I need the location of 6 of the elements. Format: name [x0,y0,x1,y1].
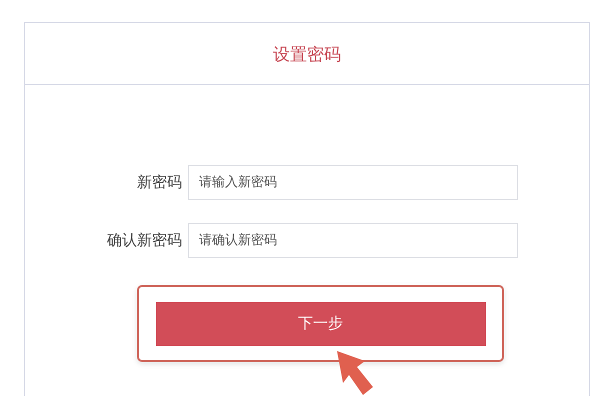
password-field[interactable]: 请输入新密码 [188,165,518,200]
password-field[interactable]: 请确认新密码 [188,223,518,258]
field-label: 确认新密码 [106,231,183,250]
field-label: 新密码 [136,173,183,192]
form-title: 设置密码 [273,44,341,66]
next-button[interactable]: 下一步 [156,302,486,346]
